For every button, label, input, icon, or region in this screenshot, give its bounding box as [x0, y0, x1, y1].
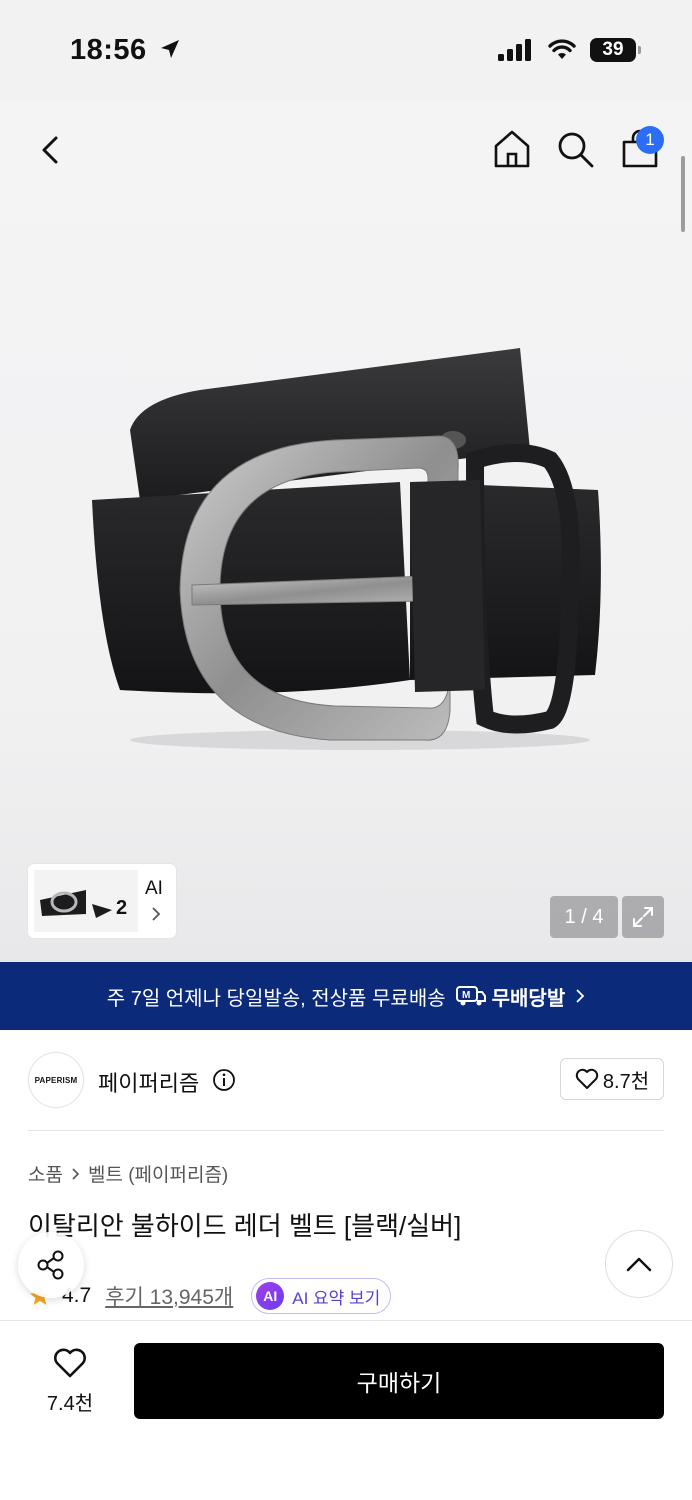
bottom-action-bar: 7.4천 구매하기: [0, 1320, 692, 1500]
thumbnail-strip[interactable]: 2: [28, 864, 176, 938]
svg-text:2: 2: [116, 897, 127, 919]
home-icon[interactable]: [492, 128, 532, 170]
brand-name[interactable]: 페이퍼리즘: [98, 1066, 199, 1098]
brand-like-button[interactable]: 8.7천: [560, 1058, 664, 1100]
delivery-truck-icon: M: [455, 986, 486, 1006]
breadcrumb-item[interactable]: 벨트 (페이퍼리즘): [88, 1160, 228, 1187]
chevron-right-icon[interactable]: [150, 906, 162, 922]
scroll-to-top-button[interactable]: [605, 1230, 673, 1298]
page-indicator: 1 / 4: [550, 896, 618, 938]
wishlist-button[interactable]: 7.4천: [30, 1347, 110, 1416]
breadcrumb-item[interactable]: 소품: [28, 1160, 63, 1187]
heart-icon: [575, 1068, 599, 1089]
product-image[interactable]: [80, 330, 620, 770]
cart-badge: 1: [636, 126, 664, 154]
share-icon: [37, 1250, 64, 1280]
cellular-signal-icon: [498, 39, 531, 61]
svg-text:M: M: [462, 990, 470, 1001]
shipping-banner[interactable]: 주 7일 언제나 당일발송, 전상품 무료배송 M 무배당발: [0, 962, 692, 1030]
rating-row: 4.7 후기 13,945개 AI AI 요약 보기: [28, 1278, 392, 1314]
chevron-up-icon: [626, 1257, 652, 1272]
wishlist-count: 7.4천: [46, 1393, 94, 1415]
brand-like-count: 8.7천: [602, 1070, 650, 1093]
status-bar: 18:56 39: [0, 0, 692, 100]
chevron-right-icon: [576, 989, 585, 1003]
search-icon[interactable]: [555, 128, 595, 170]
thumbnail-ai-label[interactable]: AI: [145, 878, 163, 900]
back-button[interactable]: [34, 130, 68, 170]
free-shipping-logo: M 무배당발: [455, 982, 566, 1011]
thumbnail-image: 2: [34, 870, 138, 932]
buy-button[interactable]: 구매하기: [134, 1343, 664, 1419]
chevron-right-icon: [72, 1167, 80, 1180]
divider: [28, 1130, 664, 1131]
location-arrow-icon: [161, 40, 180, 58]
status-indicators: 39: [498, 38, 641, 62]
scroll-indicator: [681, 156, 685, 232]
product-title: 이탈리안 불하이드 레더 벨트 [블랙/실버]: [28, 1211, 462, 1241]
brand-logo[interactable]: PAPERISM: [28, 1052, 84, 1108]
banner-text: 주 7일 언제나 당일발송, 전상품 무료배송: [106, 987, 446, 1010]
ai-summary-label: AI 요약 보기: [292, 1288, 381, 1308]
ai-summary-button[interactable]: AI AI 요약 보기: [251, 1278, 392, 1314]
breadcrumb: 소품 벨트 (페이퍼리즘): [28, 1160, 228, 1187]
brand-row: PAPERISM 페이퍼리즘 8.7천: [28, 1052, 664, 1108]
info-icon[interactable]: [212, 1068, 236, 1092]
banner-logo-text: 무배당발: [491, 987, 566, 1010]
ai-badge: AI: [256, 1282, 285, 1310]
status-time: 18:56: [70, 34, 181, 67]
battery-indicator: 39: [590, 38, 641, 62]
expand-icon: [633, 907, 653, 927]
share-button[interactable]: [18, 1232, 84, 1298]
wifi-icon: [548, 39, 576, 59]
heart-icon: [54, 1348, 86, 1378]
review-link[interactable]: 후기 13,945개: [105, 1281, 233, 1311]
expand-button[interactable]: [622, 896, 664, 938]
